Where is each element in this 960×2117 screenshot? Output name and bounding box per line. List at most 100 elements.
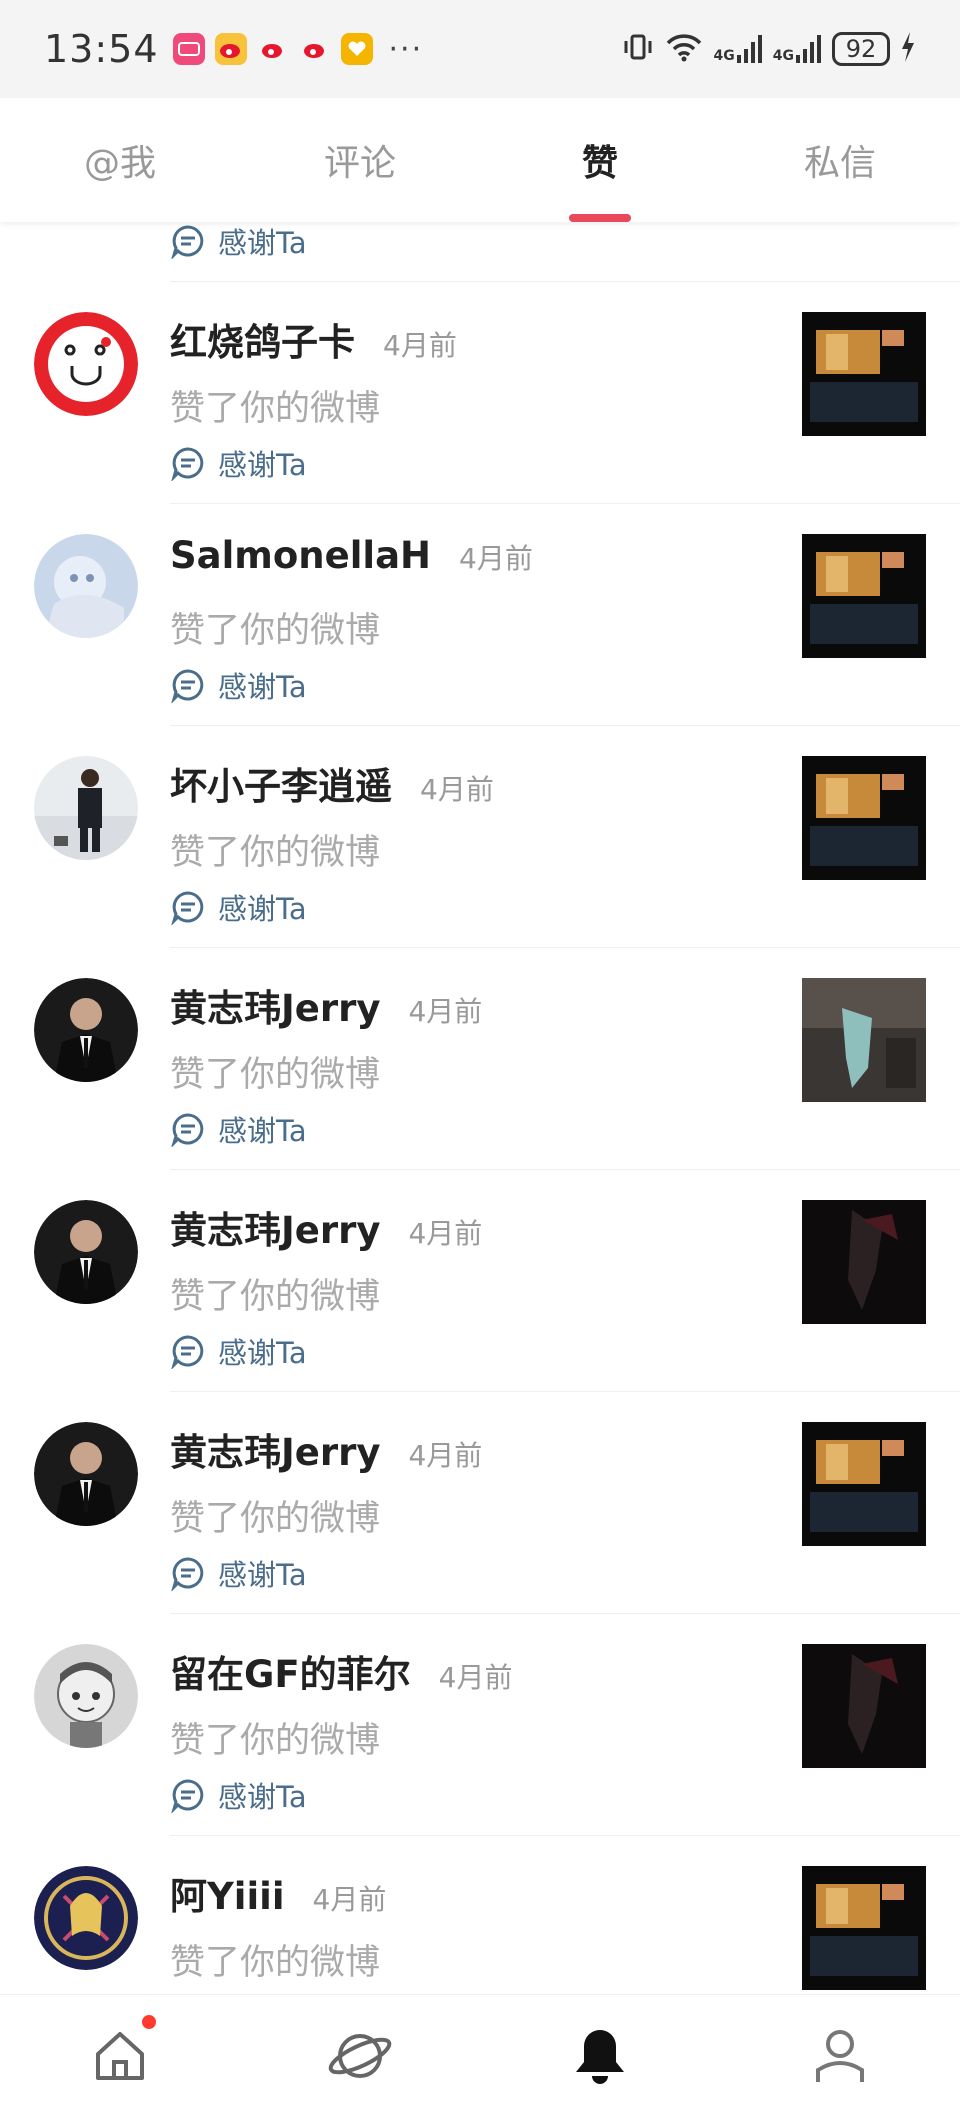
cell-signal-2: 4G — [773, 35, 822, 63]
avatar[interactable] — [34, 756, 138, 860]
post-thumbnail[interactable] — [802, 978, 926, 1102]
list-item[interactable]: SalmonellaH 4月前 赞了你的微博 感谢Ta — [0, 504, 960, 726]
timestamp: 4月前 — [459, 542, 533, 575]
user-name[interactable]: 黄志玮Jerry — [170, 1200, 380, 1254]
timestamp: 4月前 — [420, 773, 494, 806]
chat-bubble-icon — [171, 225, 204, 259]
status-bar: 13:54 ··· 4G 4G 92 — [0, 0, 960, 98]
list-item[interactable]: 坏小子李逍遥 4月前 赞了你的微博 感谢Ta — [0, 726, 960, 948]
name-row: 红烧鸽子卡 4月前 — [170, 312, 457, 366]
heart-shield-icon — [340, 33, 373, 65]
list-item[interactable]: 黄志玮Jerry 4月前 赞了你的微博 感谢Ta — [0, 1392, 960, 1614]
avatar[interactable] — [34, 312, 138, 416]
list-item[interactable]: 感谢Ta — [0, 222, 960, 282]
profile-icon — [816, 2030, 864, 2082]
tab-comments[interactable]: 评论 — [240, 98, 480, 222]
avatar[interactable] — [34, 1422, 138, 1526]
avatar[interactable] — [34, 534, 138, 638]
name-row: 黄志玮Jerry 4月前 — [170, 1422, 482, 1476]
post-thumbnail[interactable] — [802, 312, 926, 436]
action-text: 赞了你的微博 — [170, 1055, 381, 1095]
status-time: 13:54 — [44, 27, 159, 71]
thanks-button[interactable]: 感谢Ta — [170, 1552, 307, 1594]
user-name[interactable]: 阿Yiiii — [170, 1866, 285, 1920]
thanks-label: 感谢Ta — [218, 1780, 307, 1814]
likes-list: 感谢Ta 红烧鸽子卡 4月前 赞了你的微博 感谢Ta SalmonellaH 4… — [0, 222, 960, 1994]
action-text: 赞了你的微博 — [170, 833, 381, 873]
thanks-button[interactable]: 感谢Ta — [170, 1108, 307, 1150]
thanks-label: 感谢Ta — [218, 892, 307, 926]
list-item[interactable]: 阿Yiiii 4月前 赞了你的微博 — [0, 1836, 960, 1994]
tab-label: @我 — [83, 143, 156, 184]
weibo-icon — [214, 33, 247, 65]
timestamp: 4月前 — [383, 329, 457, 362]
user-name[interactable]: SalmonellaH — [170, 534, 431, 577]
name-row: 黄志玮Jerry 4月前 — [170, 978, 482, 1032]
thanks-button[interactable]: 感谢Ta — [170, 442, 307, 484]
list-item[interactable]: 黄志玮Jerry 4月前 赞了你的微博 感谢Ta — [0, 948, 960, 1170]
timestamp: 4月前 — [438, 1661, 513, 1694]
user-name[interactable]: 黄志玮Jerry — [170, 978, 380, 1032]
weibo-icon — [257, 33, 289, 65]
thanks-label: 感谢Ta — [218, 226, 307, 260]
nav-discover[interactable] — [240, 1995, 480, 2117]
list-item[interactable]: 黄志玮Jerry 4月前 赞了你的微博 感谢Ta — [0, 1170, 960, 1392]
post-thumbnail[interactable] — [802, 1644, 926, 1768]
action-text: 赞了你的微博 — [170, 611, 381, 651]
thanks-label: 感谢Ta — [218, 1558, 307, 1592]
chat-bubble-icon — [171, 891, 204, 925]
post-thumbnail[interactable] — [802, 534, 926, 658]
notification-icons: ··· — [172, 32, 424, 67]
avatar[interactable] — [34, 1644, 138, 1748]
weibo-icon — [299, 33, 331, 65]
cell-signal-1: 4G — [714, 35, 763, 63]
thanks-button[interactable]: 感谢Ta — [170, 222, 307, 262]
name-row: 黄志玮Jerry 4月前 — [170, 1200, 482, 1254]
user-name[interactable]: 坏小子李逍遥 — [170, 756, 392, 810]
user-name[interactable]: 红烧鸽子卡 — [170, 312, 355, 366]
timestamp: 4月前 — [408, 1439, 483, 1472]
user-name[interactable]: 黄志玮Jerry — [170, 1422, 380, 1476]
list-item[interactable]: 红烧鸽子卡 4月前 赞了你的微博 感谢Ta — [0, 282, 960, 504]
name-row: 阿Yiiii 4月前 — [170, 1866, 386, 1920]
chat-bubble-icon — [171, 447, 204, 481]
bottom-nav — [0, 1994, 960, 2117]
thanks-button[interactable]: 感谢Ta — [170, 1330, 307, 1372]
nav-profile[interactable] — [720, 1995, 960, 2117]
thanks-label: 感谢Ta — [218, 1114, 307, 1148]
chat-bubble-icon — [171, 1113, 204, 1147]
avatar[interactable] — [34, 978, 138, 1082]
active-tab-indicator — [569, 214, 631, 222]
home-icon — [96, 2032, 144, 2080]
chat-bubble-icon — [171, 669, 204, 703]
home-badge — [142, 2015, 156, 2029]
tab-label: 评论 — [323, 143, 396, 184]
thanks-label: 感谢Ta — [218, 670, 307, 704]
action-text: 赞了你的微博 — [170, 1277, 381, 1317]
post-thumbnail[interactable] — [802, 1200, 926, 1324]
thanks-button[interactable]: 感谢Ta — [170, 664, 307, 706]
post-thumbnail[interactable] — [802, 1866, 926, 1990]
post-thumbnail[interactable] — [802, 1422, 926, 1546]
vibrate-icon — [622, 31, 654, 67]
thanks-button[interactable]: 感谢Ta — [170, 1774, 307, 1816]
post-thumbnail[interactable] — [802, 756, 926, 880]
thanks-button[interactable]: 感谢Ta — [170, 886, 307, 928]
avatar[interactable] — [34, 1866, 138, 1970]
name-row: SalmonellaH 4月前 — [170, 534, 533, 577]
nav-notifications[interactable] — [480, 1995, 720, 2117]
battery-indicator: 92 — [832, 32, 890, 66]
charging-icon — [900, 32, 916, 66]
tab-likes[interactable]: 赞 — [480, 98, 720, 222]
timestamp: 4月前 — [408, 1217, 483, 1250]
notification-tabs: @我 评论 赞 私信 — [0, 98, 960, 222]
user-name[interactable]: 留在GF的菲尔 — [170, 1644, 411, 1698]
avatar[interactable] — [34, 1200, 138, 1304]
tab-messages[interactable]: 私信 — [720, 98, 960, 222]
timestamp: 4月前 — [408, 995, 483, 1028]
name-row: 坏小子李逍遥 4月前 — [170, 756, 494, 810]
tab-mentions[interactable]: @我 — [0, 98, 240, 222]
thanks-label: 感谢Ta — [218, 1336, 307, 1370]
list-item[interactable]: 留在GF的菲尔 4月前 赞了你的微博 感谢Ta — [0, 1614, 960, 1836]
nav-home[interactable] — [0, 1995, 240, 2117]
